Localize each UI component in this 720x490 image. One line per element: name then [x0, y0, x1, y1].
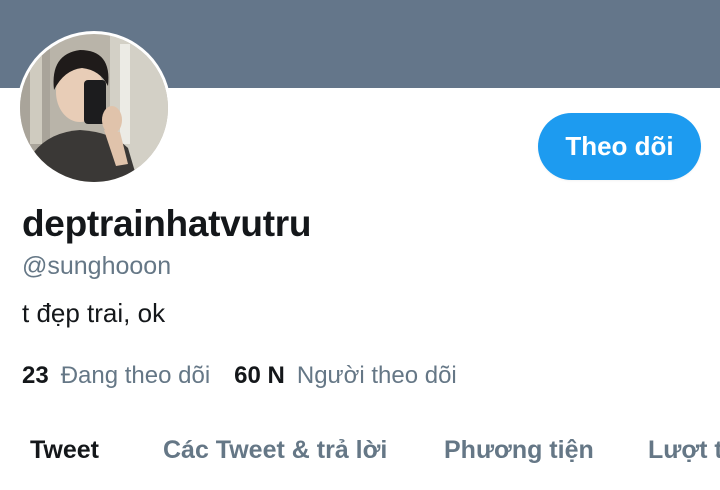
profile-page: Theo dõi deptrainhatvutru @sunghooon t đ…	[0, 0, 720, 490]
profile-stats: 23 Đang theo dõi 60 N Người theo dõi	[22, 362, 481, 390]
profile-tabs: Tweet Các Tweet & trả lời Phương tiện Lư…	[0, 436, 720, 476]
display-name: deptrainhatvutru	[22, 203, 312, 244]
followers-count: 60 N	[234, 362, 285, 389]
avatar[interactable]	[17, 31, 171, 185]
tab-tweets[interactable]: Tweet	[30, 436, 99, 465]
tab-likes[interactable]: Lượt thích	[648, 436, 720, 465]
profile-bio: t đẹp trai, ok	[22, 298, 166, 328]
following-label: Đang theo dõi	[60, 362, 211, 389]
avatar-photo	[20, 34, 168, 182]
following-count: 23	[22, 362, 49, 389]
followers-label: Người theo dõi	[296, 362, 457, 389]
followers-stat[interactable]: 60 N Người theo dõi	[234, 362, 457, 390]
tab-media[interactable]: Phương tiện	[444, 436, 594, 465]
tab-tweets-and-replies[interactable]: Các Tweet & trả lời	[163, 436, 387, 465]
username-handle: @sunghooon	[22, 252, 172, 280]
follow-button[interactable]: Theo dõi	[538, 113, 701, 180]
following-stat[interactable]: 23 Đang theo dõi	[22, 362, 210, 390]
